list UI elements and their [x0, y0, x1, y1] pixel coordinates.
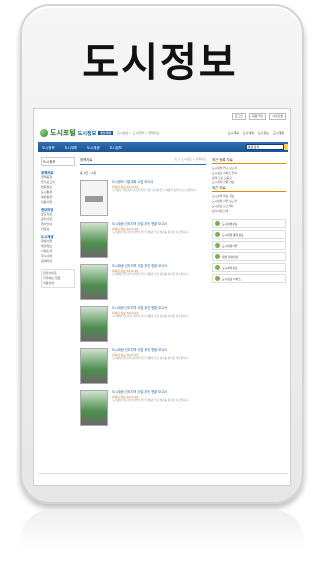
logo-icon — [40, 129, 48, 137]
login-button[interactable]: 로그인 — [231, 113, 246, 120]
sitemap-button[interactable]: 사이트맵 — [268, 113, 286, 120]
service-label: 도시재생정보 — [222, 221, 238, 226]
service-label: 재생 참여마당 — [222, 254, 239, 259]
item-body: 도시재생 선도지역 사업의 추진 현황과 주요 성과를 정리한 자료입니다. — [112, 398, 189, 402]
item-body: 도시재생 선도지역 사업의 추진 현황과 주요 성과를 정리한 자료입니다. — [112, 272, 189, 276]
list-item[interactable]: 도시재생 선도지역 사업 추진 현황 보고서 작성자 정보 2012.03 도시… — [80, 348, 206, 384]
top-link[interactable]: 도시계획 — [228, 131, 239, 135]
item-body: 도시정보 기본계획 수립을 위한 기초 조사와 연구 내용을 정리한 보고서입니… — [112, 188, 197, 192]
result-count: 총 9건 / 1쪽 — [80, 171, 96, 175]
list-item[interactable]: 도시재생 선도지역 사업 추진 현황 보고서 작성자 정보 2012.03 도시… — [80, 306, 206, 342]
sidebar-item[interactable]: 자료실 — [41, 227, 75, 232]
sidebar: 도시정보 정책자료 정책동향 연구보고서 법령정보 도시통계 해외동향 지원사업… — [41, 157, 75, 288]
service-label: 도시재생 종합정보 — [222, 232, 244, 237]
item-body: 도시재생 선도지역 사업의 추진 현황과 주요 성과를 정리한 자료입니다. — [112, 230, 189, 234]
logo-sub: 도시정보 — [77, 130, 97, 137]
sidebar-item[interactable]: 지원사업 — [41, 200, 75, 205]
service-item[interactable]: 도시재생사업 — [212, 241, 286, 251]
service-label: 도시계획정보 — [222, 265, 238, 270]
footer — [38, 473, 288, 485]
top-link[interactable]: 도시정보 — [258, 131, 269, 135]
service-label: 도시재생사업 — [222, 243, 238, 248]
join-button[interactable]: 회원가입 — [248, 113, 266, 120]
search-input[interactable]: 통합검색 — [246, 144, 284, 150]
nav-item[interactable]: 도시정책 — [42, 145, 54, 150]
right-heading: 최근 자료 — [212, 185, 286, 193]
item-body: 도시재생 선도지역 사업의 추진 현황과 주요 성과를 정리한 자료입니다. — [112, 314, 189, 318]
top-link[interactable]: 도시개발 — [273, 131, 284, 135]
service-item[interactable]: 도시계획정보 — [212, 263, 286, 273]
breadcrumb: 도시정보 > 도시정책 > 정책자료 — [117, 131, 160, 135]
list-item[interactable]: 도시재생 선도지역 사업 추진 현황 보고서 작성자 정보 2012.03 도시… — [80, 390, 206, 426]
logo-text: 도시포털 — [50, 129, 76, 137]
service-icon — [215, 221, 220, 227]
service-item[interactable]: 재생 참여마당 — [212, 252, 286, 262]
service-label: 도시정보 서비스 — [222, 276, 241, 281]
right-heading: 최근 등록 자료 — [212, 157, 286, 164]
top-links: 도시계획 도시재생 도시정보 도시개발 — [228, 131, 284, 135]
service-item[interactable]: 도시재생정보 — [212, 219, 286, 229]
sidebar-item[interactable]: 참여마당 — [41, 259, 75, 264]
main-header: 정책자료 홈 > 도시정보 > 정책자료 — [80, 157, 206, 165]
utility-buttons: 로그인 회원가입 사이트맵 — [231, 113, 286, 120]
website-screenshot: 로그인 회원가입 사이트맵 도시포털 도시정보 정보마당 도시정보 > 도시정책… — [33, 108, 291, 486]
item-thumbnail[interactable] — [80, 264, 108, 300]
item-thumbnail[interactable] — [80, 180, 108, 216]
nav-item[interactable]: 도시정보 — [109, 145, 121, 150]
sidebar-box: 관련사이트 자주하는 질문 이용안내 — [41, 269, 75, 288]
service-icon — [215, 232, 220, 238]
item-thumbnail[interactable] — [80, 306, 108, 342]
service-icon — [215, 243, 220, 249]
right-column: 최근 등록 자료 도시재생 연구 보고서 도시정보 서비스 안내 정책 자료 모… — [212, 157, 286, 285]
list-item[interactable]: 도시재생 선도지역 사업 추진 현황 보고서 작성자 정보 2012.03 도시… — [80, 222, 206, 258]
sidebar-title: 도시정보 — [41, 157, 75, 166]
item-body: 도시재생 선도지역 사업의 추진 현황과 주요 성과를 정리한 자료입니다. — [112, 356, 189, 360]
logo-badge: 정보마당 — [98, 131, 114, 135]
item-thumbnail[interactable] — [80, 222, 108, 258]
service-item[interactable]: 도시재생 종합정보 — [212, 230, 286, 240]
card-reflection — [20, 510, 304, 561]
main-path: 홈 > 도시정보 > 정책자료 — [174, 157, 206, 161]
list-item[interactable]: 도시재생 선도지역 사업 추진 현황 보고서 작성자 정보 2012.03 도시… — [80, 264, 206, 300]
page-title: 도시정보 — [82, 40, 238, 86]
main-content: 정책자료 홈 > 도시정보 > 정책자료 총 9건 / 1쪽 도시정보 기본계획… — [80, 157, 206, 432]
item-thumbnail[interactable] — [80, 390, 108, 426]
site-logo[interactable]: 도시포털 도시정보 정보마당 도시정보 > 도시정책 > 정책자료 — [40, 128, 159, 138]
nav-item[interactable]: 도시재생 — [87, 145, 99, 150]
nav-item[interactable]: 도시계획 — [64, 145, 76, 150]
service-item[interactable]: 도시정보 서비스 — [212, 274, 286, 284]
service-icon — [215, 254, 220, 260]
top-link[interactable]: 도시재생 — [243, 131, 254, 135]
list-item[interactable]: 도시정보 기본계획 수립 보고서 작성자 정보 2012.03 도시정보 기본계… — [80, 180, 206, 216]
sidebar-box-item[interactable]: 이용안내 — [43, 281, 73, 286]
item-thumbnail[interactable] — [80, 348, 108, 384]
service-icon — [215, 265, 220, 271]
main-header-title: 정책자료 — [80, 158, 93, 162]
service-icon — [215, 276, 220, 282]
search-icon[interactable] — [284, 144, 288, 150]
